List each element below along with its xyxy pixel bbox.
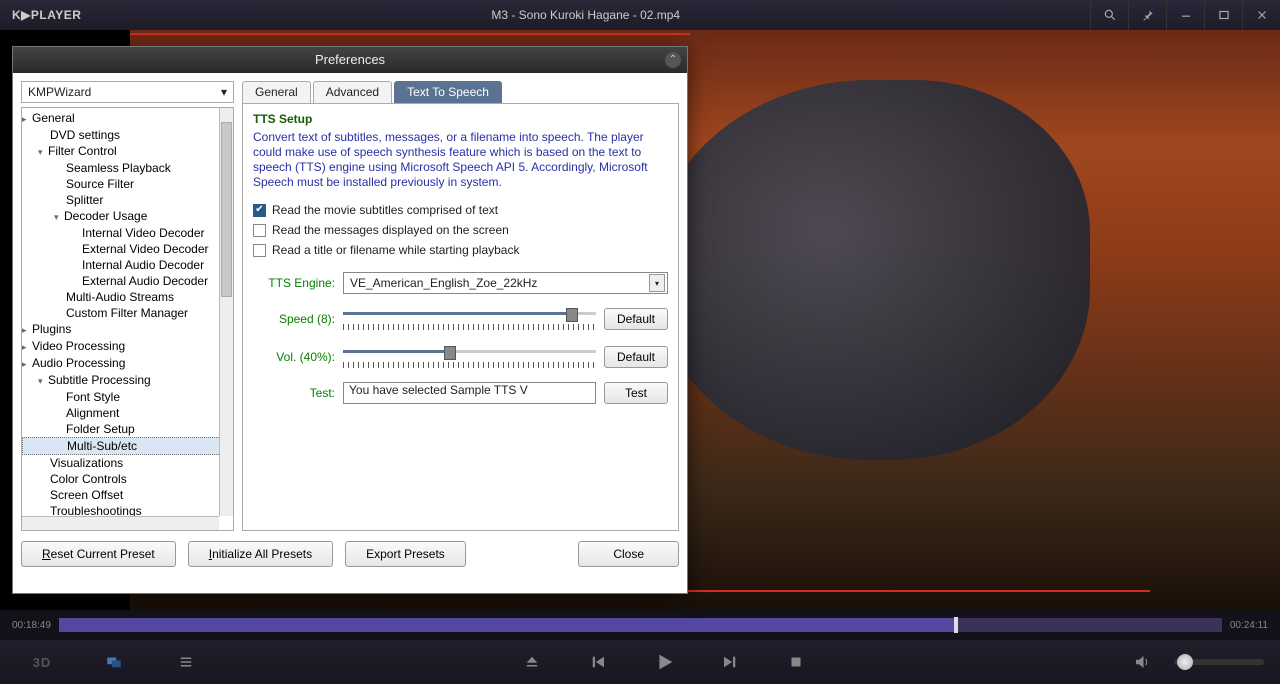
volume-icon[interactable] <box>1120 646 1164 678</box>
tab-advanced[interactable]: Advanced <box>313 81 392 103</box>
red-accent-top <box>130 33 690 35</box>
checkbox-icon[interactable] <box>253 224 266 237</box>
vol-label: Vol. (40%): <box>253 350 335 364</box>
controls-bar: 3D <box>0 640 1280 684</box>
tree-dvd[interactable]: DVD settings <box>22 127 233 143</box>
test-button[interactable]: Test <box>604 382 668 404</box>
prev-button[interactable] <box>576 646 620 678</box>
tree-screen-offset[interactable]: Screen Offset <box>22 487 233 503</box>
engine-label: TTS Engine: <box>253 276 335 290</box>
tree-color-controls[interactable]: Color Controls <box>22 471 233 487</box>
tree-source-filter[interactable]: Source Filter <box>22 176 233 192</box>
prefs-title-text: Preferences <box>315 52 385 67</box>
engine-value: VE_American_English_Zoe_22kHz <box>350 276 537 290</box>
pin-icon[interactable] <box>1128 0 1166 30</box>
tts-setup-desc: Convert text of subtitles, messages, or … <box>253 130 668 190</box>
chk-read-messages-row[interactable]: Read the messages displayed on the scree… <box>253 220 668 240</box>
speed-label: Speed (8): <box>253 312 335 326</box>
volume-knob[interactable] <box>1177 654 1193 670</box>
maximize-button[interactable] <box>1204 0 1242 30</box>
tree-int-audio[interactable]: Internal Audio Decoder <box>22 257 233 273</box>
tree-ext-audio[interactable]: External Audio Decoder <box>22 273 233 289</box>
test-label: Test: <box>253 386 335 400</box>
screens-icon[interactable] <box>92 646 136 678</box>
playlist-icon[interactable] <box>164 646 208 678</box>
tts-panel: TTS Setup Convert text of subtitles, mes… <box>242 103 679 531</box>
tree-plugins[interactable]: ▸Plugins <box>22 321 233 338</box>
category-tree: ▸General DVD settings ▾Filter Control Se… <box>21 107 234 531</box>
checkbox-icon[interactable] <box>253 244 266 257</box>
minimize-button[interactable] <box>1166 0 1204 30</box>
speed-default-button[interactable]: Default <box>604 308 668 330</box>
seek-fill <box>59 618 954 632</box>
tabs: General Advanced Text To Speech <box>242 81 679 103</box>
vol-default-button[interactable]: Default <box>604 346 668 368</box>
chk-read-filename-label: Read a title or filename while starting … <box>272 240 519 260</box>
tree-seamless[interactable]: Seamless Playback <box>22 160 233 176</box>
tab-tts[interactable]: Text To Speech <box>394 81 502 103</box>
window-buttons <box>1090 0 1280 30</box>
play-button[interactable] <box>642 646 686 678</box>
tree-multi-sub[interactable]: Multi-Sub/etc <box>22 437 233 455</box>
preferences-dialog: Preferences ⌃ KMPWizard ▾ ▸General DVD s… <box>12 46 688 594</box>
tree-custom-filter[interactable]: Custom Filter Manager <box>22 305 233 321</box>
tab-general[interactable]: General <box>242 81 311 103</box>
tree-subtitle-proc[interactable]: ▾Subtitle Processing <box>22 372 233 389</box>
wizard-dropdown[interactable]: KMPWizard ▾ <box>21 81 234 103</box>
window-file-title: M3 - Sono Kuroki Hagane - 02.mp4 <box>81 8 1090 22</box>
tree-general[interactable]: ▸General <box>22 110 233 127</box>
tree-multi-audio[interactable]: Multi-Audio Streams <box>22 289 233 305</box>
next-button[interactable] <box>708 646 752 678</box>
volume-slider[interactable] <box>1174 659 1264 665</box>
init-presets-button[interactable]: Initialize All Presets <box>188 541 333 567</box>
tree-filter-control[interactable]: ▾Filter Control <box>22 143 233 160</box>
chevron-down-icon: ▾ <box>221 85 227 99</box>
vol-slider-thumb[interactable] <box>444 346 456 360</box>
prefs-collapse-icon[interactable]: ⌃ <box>665 52 681 68</box>
vol-slider[interactable] <box>343 344 596 370</box>
tree-folder-setup[interactable]: Folder Setup <box>22 421 233 437</box>
tree-scrollbar-v[interactable] <box>219 108 233 516</box>
stop-button[interactable] <box>774 646 818 678</box>
tree-decoder-usage[interactable]: ▾Decoder Usage <box>22 208 233 225</box>
reset-preset-button[interactable]: Reset Current Preset <box>21 541 176 567</box>
app-logo: K▶PLAYER <box>12 8 81 22</box>
chk-read-subtitles-label: Read the movie subtitles comprised of te… <box>272 200 498 220</box>
search-icon[interactable] <box>1090 0 1128 30</box>
tree-video-proc[interactable]: ▸Video Processing <box>22 338 233 355</box>
time-total: 00:24:11 <box>1230 620 1268 631</box>
chk-read-filename-row[interactable]: Read a title or filename while starting … <box>253 240 668 260</box>
close-button[interactable] <box>1242 0 1280 30</box>
tree-audio-proc[interactable]: ▸Audio Processing <box>22 355 233 372</box>
wizard-label: KMPWizard <box>28 85 91 99</box>
tree-scrollbar-thumb[interactable] <box>221 122 232 297</box>
threeD-toggle[interactable]: 3D <box>20 646 64 678</box>
speed-slider[interactable] <box>343 306 596 332</box>
close-prefs-button[interactable]: Close <box>578 541 679 567</box>
chk-read-subtitles-row[interactable]: ✔ Read the movie subtitles comprised of … <box>253 200 668 220</box>
progress-row: 00:18:49 00:24:11 <box>0 610 1280 640</box>
eject-button[interactable] <box>510 646 554 678</box>
checkbox-checked-icon[interactable]: ✔ <box>253 204 266 217</box>
seek-handle[interactable] <box>954 617 958 633</box>
chk-read-messages-label: Read the messages displayed on the scree… <box>272 220 509 240</box>
speed-slider-thumb[interactable] <box>566 308 578 322</box>
titlebar: K▶PLAYER M3 - Sono Kuroki Hagane - 02.mp… <box>0 0 1280 30</box>
test-input[interactable]: You have selected Sample TTS V <box>343 382 596 404</box>
tree-font-style[interactable]: Font Style <box>22 389 233 405</box>
tree-splitter[interactable]: Splitter <box>22 192 233 208</box>
tree-int-video[interactable]: Internal Video Decoder <box>22 225 233 241</box>
export-presets-button[interactable]: Export Presets <box>345 541 466 567</box>
time-current: 00:18:49 <box>12 620 51 631</box>
prefs-bottom-buttons: Reset Current Preset Initialize All Pres… <box>21 531 679 567</box>
prefs-title-bar[interactable]: Preferences ⌃ <box>13 47 687 73</box>
tree-alignment[interactable]: Alignment <box>22 405 233 421</box>
chevron-down-icon: ▾ <box>649 274 665 292</box>
tts-setup-title: TTS Setup <box>253 112 668 126</box>
tree-ext-video[interactable]: External Video Decoder <box>22 241 233 257</box>
tree-visualizations[interactable]: Visualizations <box>22 455 233 471</box>
engine-dropdown[interactable]: VE_American_English_Zoe_22kHz ▾ <box>343 272 668 294</box>
tree-scrollbar-h[interactable] <box>22 516 219 530</box>
seek-bar[interactable] <box>59 618 1222 632</box>
